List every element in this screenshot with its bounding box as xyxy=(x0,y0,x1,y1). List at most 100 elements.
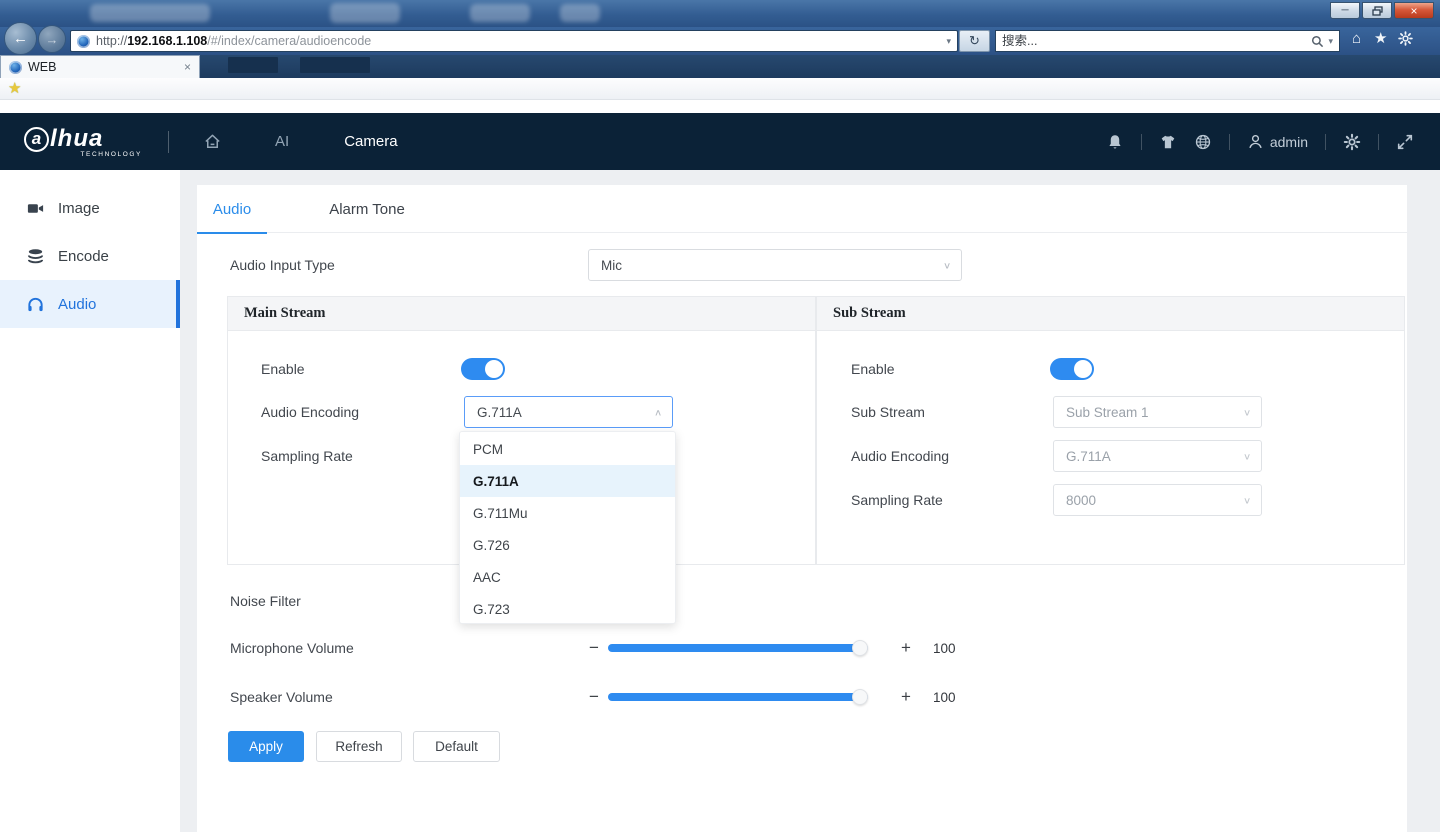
main-audio-encoding-value: G.711A xyxy=(477,405,522,420)
tab-close-icon[interactable]: × xyxy=(184,60,191,74)
image-icon xyxy=(26,199,45,218)
favorites-star-icon[interactable]: ★ xyxy=(1374,31,1387,46)
home-nav-icon[interactable] xyxy=(203,132,222,151)
logo-text: lhua xyxy=(50,125,103,153)
dropdown-option-pcm[interactable]: PCM xyxy=(460,433,675,465)
main-enable-toggle[interactable] xyxy=(461,358,505,380)
page-top-strip xyxy=(0,100,1440,113)
dropdown-option-g726[interactable]: G.726 xyxy=(460,529,675,561)
sidebar-item-encode[interactable]: Encode xyxy=(0,232,180,280)
mic-volume-slider[interactable] xyxy=(608,644,868,652)
nav-divider xyxy=(1378,134,1379,150)
content-card: Audio Alarm Tone Audio Input Type Mic ∨ … xyxy=(197,185,1407,832)
minimize-button[interactable]: ─ xyxy=(1330,2,1360,19)
audio-input-type-value: Mic xyxy=(601,258,622,273)
aero-glass-highlight xyxy=(330,3,400,23)
nav-item-camera[interactable]: Camera xyxy=(344,133,397,150)
sidebar-item-label: Encode xyxy=(58,248,109,265)
restore-button[interactable] xyxy=(1362,2,1392,19)
speaker-volume-slider-handle[interactable] xyxy=(852,689,868,705)
nav-divider xyxy=(1141,134,1142,150)
mic-volume-increase-button[interactable]: + xyxy=(897,632,915,664)
speaker-volume-label: Speaker Volume xyxy=(230,681,333,713)
sidebar-item-audio[interactable]: Audio xyxy=(0,280,180,328)
sub-sampling-rate-select[interactable]: 8000 ∨ xyxy=(1053,484,1262,516)
user-menu[interactable]: admin xyxy=(1247,133,1308,150)
search-input[interactable] xyxy=(1002,34,1311,48)
main-audio-encoding-select[interactable]: G.711A ∧ xyxy=(464,396,673,428)
apply-button[interactable]: Apply xyxy=(228,731,304,762)
sidebar-item-image[interactable]: Image xyxy=(0,184,180,232)
sub-stream-value: Sub Stream 1 xyxy=(1066,405,1149,420)
nav-divider xyxy=(168,131,169,153)
user-icon xyxy=(1247,133,1264,150)
dropdown-option-g723[interactable]: G.723 xyxy=(460,593,675,625)
username-label: admin xyxy=(1270,134,1308,150)
tab-audio[interactable]: Audio xyxy=(197,185,267,233)
settings-gear-icon[interactable] xyxy=(1343,133,1361,151)
browser-tab-web[interactable]: WEB × xyxy=(0,55,200,78)
theme-shirt-icon[interactable] xyxy=(1159,133,1177,151)
default-button[interactable]: Default xyxy=(413,731,500,762)
mic-volume-decrease-button[interactable]: − xyxy=(585,632,603,664)
url-host: 192.168.1.108 xyxy=(127,34,207,48)
search-caret-icon[interactable]: ▾ xyxy=(1328,36,1333,47)
language-globe-icon[interactable] xyxy=(1194,133,1212,151)
dropdown-option-g711mu[interactable]: G.711Mu xyxy=(460,497,675,529)
speaker-volume-decrease-button[interactable]: − xyxy=(585,681,603,713)
logo-subtext: TECHNOLOGY xyxy=(24,151,142,158)
speaker-volume-slider[interactable] xyxy=(608,693,868,701)
main-sampling-rate-label: Sampling Rate xyxy=(261,440,353,472)
notification-bell-icon[interactable] xyxy=(1106,133,1124,151)
browser-titlebar xyxy=(0,0,1440,27)
close-button[interactable]: × xyxy=(1394,2,1434,19)
home-icon[interactable]: ⌂ xyxy=(1352,31,1361,46)
sub-audio-encoding-label: Audio Encoding xyxy=(851,440,949,472)
aero-glass-highlight xyxy=(560,4,600,22)
sidebar-item-label: Audio xyxy=(58,296,96,313)
address-bar[interactable]: http://192.168.1.108/#/index/camera/audi… xyxy=(70,30,958,52)
sub-audio-encoding-select[interactable]: G.711A ∨ xyxy=(1053,440,1262,472)
speaker-volume-increase-button[interactable]: + xyxy=(897,681,915,713)
sub-sampling-rate-value: 8000 xyxy=(1066,493,1096,508)
forward-button[interactable]: → xyxy=(38,25,66,53)
refresh-settings-button[interactable]: Refresh xyxy=(316,731,402,762)
nav-divider xyxy=(1325,134,1326,150)
fullscreen-icon[interactable] xyxy=(1396,133,1414,151)
sub-stream-title: Sub Stream xyxy=(817,297,1404,331)
audio-input-type-label: Audio Input Type xyxy=(230,249,335,281)
sub-stream-panel: Sub Stream Enable Sub Stream Sub Stream … xyxy=(816,296,1405,565)
tab-favicon xyxy=(9,61,22,74)
sub-enable-label: Enable xyxy=(851,353,895,385)
search-box[interactable]: ▾ xyxy=(995,30,1340,52)
mic-volume-slider-handle[interactable] xyxy=(852,640,868,656)
url-prefix: http:// xyxy=(96,34,127,48)
dropdown-option-aac[interactable]: AAC xyxy=(460,561,675,593)
refresh-button[interactable]: ↻ xyxy=(959,30,990,52)
ie-favicon xyxy=(77,35,90,48)
chevron-down-icon: ∨ xyxy=(1243,451,1251,461)
background-page-remnant xyxy=(300,57,370,73)
back-button[interactable]: ← xyxy=(4,22,37,55)
speaker-volume-value: 100 xyxy=(933,681,956,713)
main-enable-label: Enable xyxy=(261,353,305,385)
microphone-volume-label: Microphone Volume xyxy=(230,632,354,664)
search-icon[interactable] xyxy=(1311,35,1324,48)
sub-sampling-rate-label: Sampling Rate xyxy=(851,484,943,516)
dropdown-option-g711a[interactable]: G.711A xyxy=(460,465,675,497)
audio-headphones-icon xyxy=(26,295,45,314)
sub-enable-toggle[interactable] xyxy=(1050,358,1094,380)
tab-title: WEB xyxy=(28,60,56,74)
chevron-up-icon: ∧ xyxy=(654,407,662,417)
sidebar: Image Encode Audio xyxy=(0,170,180,832)
url-dropdown-caret-icon[interactable]: ▾ xyxy=(946,36,951,47)
chevron-down-icon: ∨ xyxy=(1243,495,1251,505)
nav-item-ai[interactable]: AI xyxy=(275,133,289,150)
restore-icon xyxy=(1372,6,1383,16)
sub-stream-select[interactable]: Sub Stream 1 ∨ xyxy=(1053,396,1262,428)
background-page-remnant xyxy=(228,57,278,73)
tools-gear-icon[interactable] xyxy=(1398,31,1413,46)
audio-input-type-select[interactable]: Mic ∨ xyxy=(588,249,962,281)
tab-alarm-tone[interactable]: Alarm Tone xyxy=(302,185,432,233)
add-favorite-star-icon[interactable]: ★ xyxy=(8,81,21,96)
